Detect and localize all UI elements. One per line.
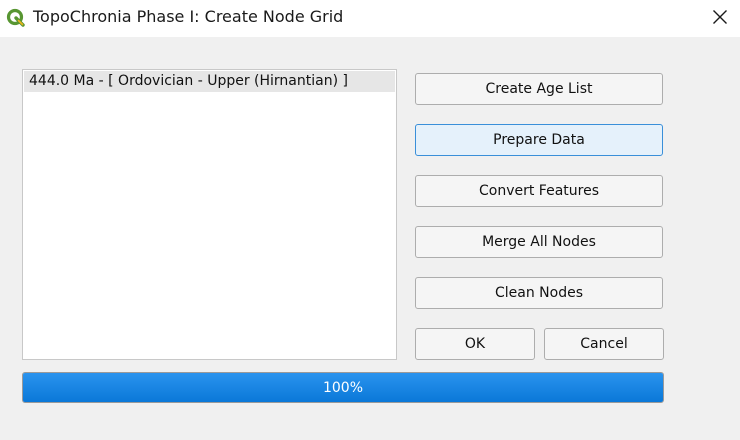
age-list[interactable]: 444.0 Ma - [ Ordovician - Upper (Hirnant… (22, 69, 397, 360)
qgis-icon (6, 8, 25, 27)
close-button[interactable] (700, 0, 740, 34)
close-icon (713, 10, 727, 24)
clean-nodes-button[interactable]: Clean Nodes (415, 277, 663, 309)
merge-all-nodes-button[interactable]: Merge All Nodes (415, 226, 663, 258)
title-bar: TopoChronia Phase I: Create Node Grid (0, 0, 740, 37)
convert-features-button[interactable]: Convert Features (415, 175, 663, 207)
list-item[interactable]: 444.0 Ma - [ Ordovician - Upper (Hirnant… (24, 71, 395, 92)
create-age-list-button[interactable]: Create Age List (415, 73, 663, 105)
progress-bar: 100% (22, 372, 664, 403)
prepare-data-button[interactable]: Prepare Data (415, 124, 663, 156)
window-title: TopoChronia Phase I: Create Node Grid (33, 7, 344, 26)
ok-button[interactable]: OK (415, 328, 535, 360)
progress-label: 100% (322, 379, 364, 396)
cancel-button[interactable]: Cancel (544, 328, 664, 360)
